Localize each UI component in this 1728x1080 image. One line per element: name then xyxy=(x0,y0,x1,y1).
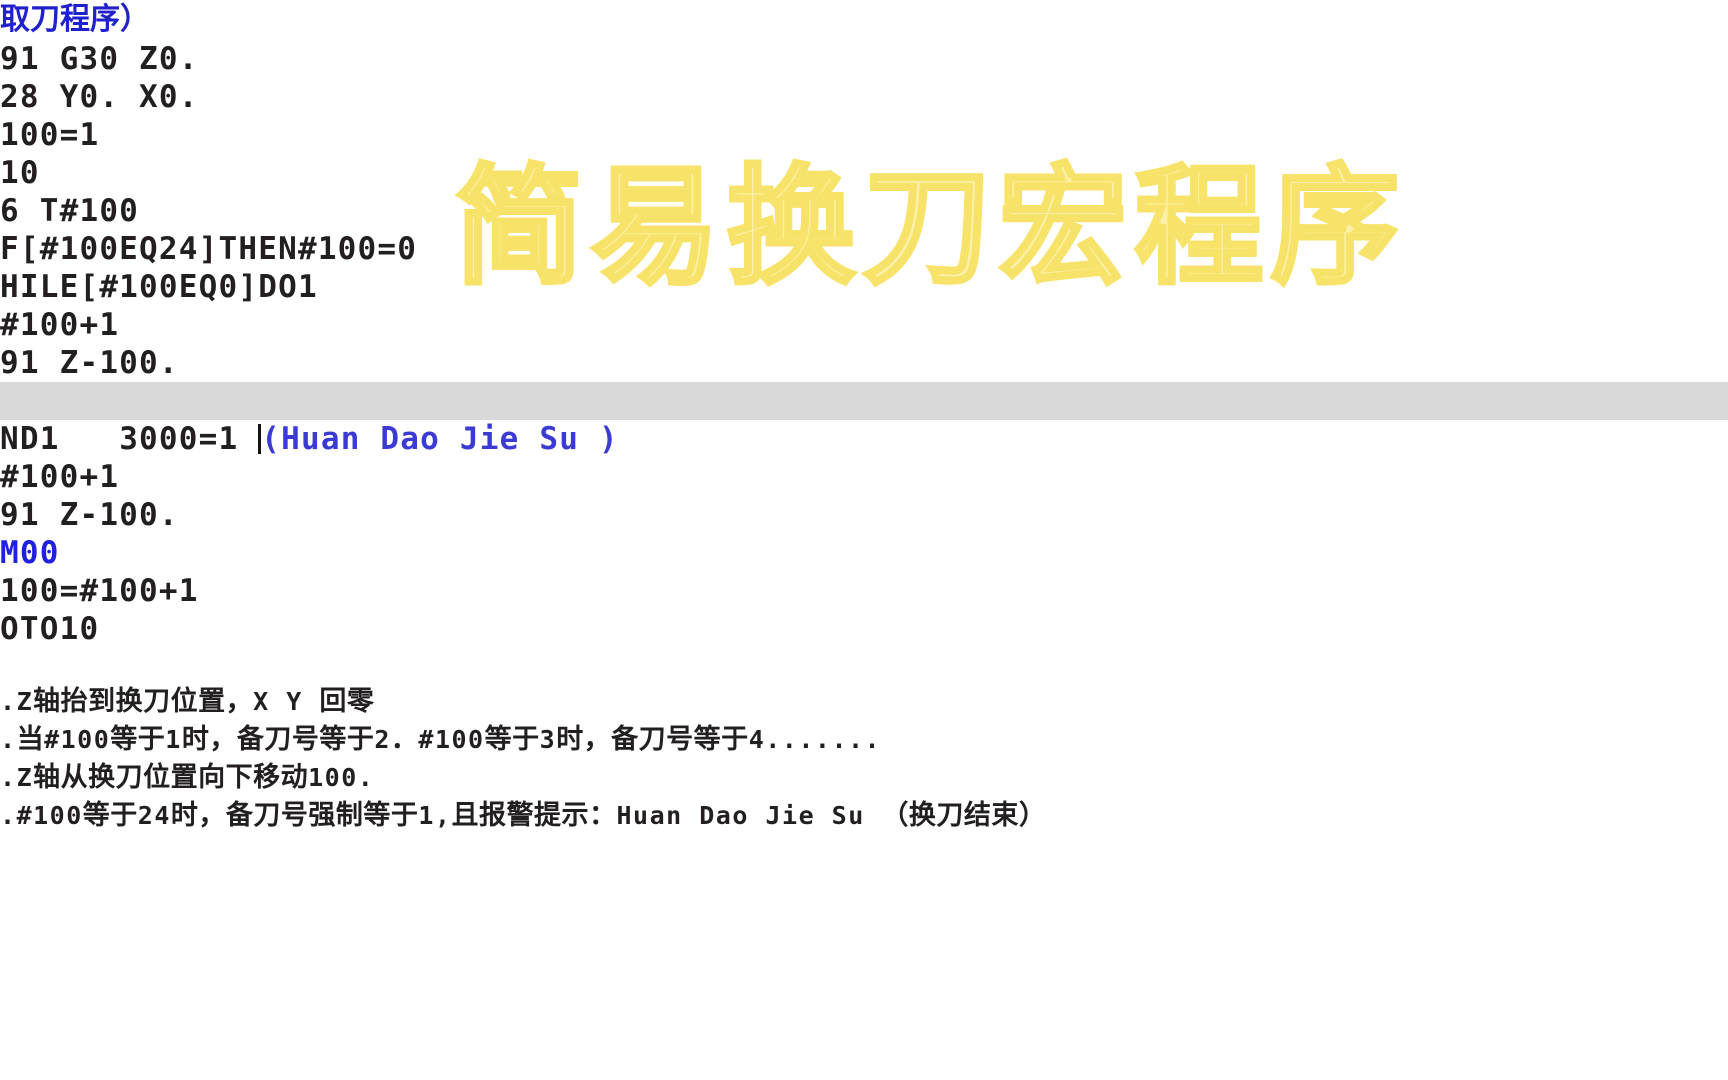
code-line[interactable]: 91 Z-100. xyxy=(0,496,1728,534)
note-segment: 且报警提示： xyxy=(451,800,617,831)
note-line: .#100等于24时，备刀号强制等于1,且报警提示：Huan Dao Jie S… xyxy=(0,797,1728,835)
code-line[interactable]: 100=#100+1 xyxy=(0,572,1728,610)
note-segment: Huan Dao Jie Su xyxy=(616,801,882,830)
note-segment: 轴从换刀位置向下移动 xyxy=(33,762,309,793)
note-segment: #100 xyxy=(418,725,485,754)
note-line: .当#100等于1时，备刀号等于2．#100等于3时，备刀号等于4....... xyxy=(0,721,1728,759)
code-line[interactable]: #100+1 xyxy=(0,306,1728,344)
code-line[interactable]: 10 xyxy=(0,154,1728,192)
note-segment: 2 xyxy=(374,725,391,754)
code-line[interactable]: 91 G30 Z0. xyxy=(0,40,1728,78)
note-segment: 24 xyxy=(137,801,171,830)
code-line[interactable]: #100+1 xyxy=(0,458,1728,496)
note-segment: . xyxy=(0,687,17,716)
note-segment: 1, xyxy=(418,801,452,830)
note-segment: #100 xyxy=(44,725,111,754)
code-line-current[interactable]: 3000=1 (Huan Dao Jie Su ) xyxy=(0,382,1728,457)
code-line[interactable]: 28 Y0. X0. xyxy=(0,78,1728,116)
note-line: .Z轴抬到换刀位置，X Y 回零 xyxy=(0,683,1728,721)
note-segment: 3 xyxy=(539,725,557,754)
note-segment: 100. xyxy=(308,763,375,792)
note-segment: 等于 xyxy=(82,800,138,831)
notes-block: .Z轴抬到换刀位置，X Y 回零 .当#100等于1时，备刀号等于2．#100等… xyxy=(0,683,1728,835)
note-segment: #100 xyxy=(16,801,83,830)
code-line[interactable]: OTO10 xyxy=(0,610,1728,648)
code-line[interactable]: HILE[#100EQ0]DO1 xyxy=(0,268,1728,306)
code-editor[interactable]: 取刀程序） 91 G30 Z0. 28 Y0. X0. 100=1 10 6 T… xyxy=(0,0,1728,670)
note-segment: （换刀结束） xyxy=(881,800,1047,831)
note-segment: 4....... xyxy=(748,725,882,754)
note-segment: . xyxy=(0,801,17,830)
code-line-m00[interactable]: M00 xyxy=(0,534,1728,572)
code-line[interactable]: 6 T#100 xyxy=(0,192,1728,230)
note-segment: . xyxy=(0,763,17,792)
note-segment: X Y xyxy=(253,687,320,716)
note-segment: Z xyxy=(16,687,34,716)
note-segment: 轴抬到换刀位置， xyxy=(33,686,254,717)
note-segment: 回零 xyxy=(319,686,375,717)
note-segment: . xyxy=(0,725,17,754)
note-segment: 时，备刀号强制等于 xyxy=(170,800,419,831)
note-segment: 等于 xyxy=(110,724,166,755)
note-line: .Z轴从换刀位置向下移动100. xyxy=(0,759,1728,797)
code-line[interactable]: 91 Z-100. xyxy=(0,344,1728,382)
note-segment: 时，备刀号等于 xyxy=(556,724,749,755)
note-segment: 等于 xyxy=(484,724,540,755)
screenshot-root: 取刀程序） 91 G30 Z0. 28 Y0. X0. 100=1 10 6 T… xyxy=(0,0,1728,1080)
note-segment: Z xyxy=(16,763,34,792)
note-segment: 1 xyxy=(165,725,182,754)
code-line[interactable]: 100=1 xyxy=(0,116,1728,154)
code-line[interactable]: F[#100EQ24]THEN#100=0 xyxy=(0,230,1728,268)
note-segment: 时，备刀号等于 xyxy=(181,724,375,755)
note-segment: ． xyxy=(390,724,419,755)
note-segment: 当 xyxy=(16,724,45,755)
code-line[interactable]: ND1 xyxy=(0,420,1728,458)
code-line-heading[interactable]: 取刀程序） xyxy=(0,0,1728,40)
